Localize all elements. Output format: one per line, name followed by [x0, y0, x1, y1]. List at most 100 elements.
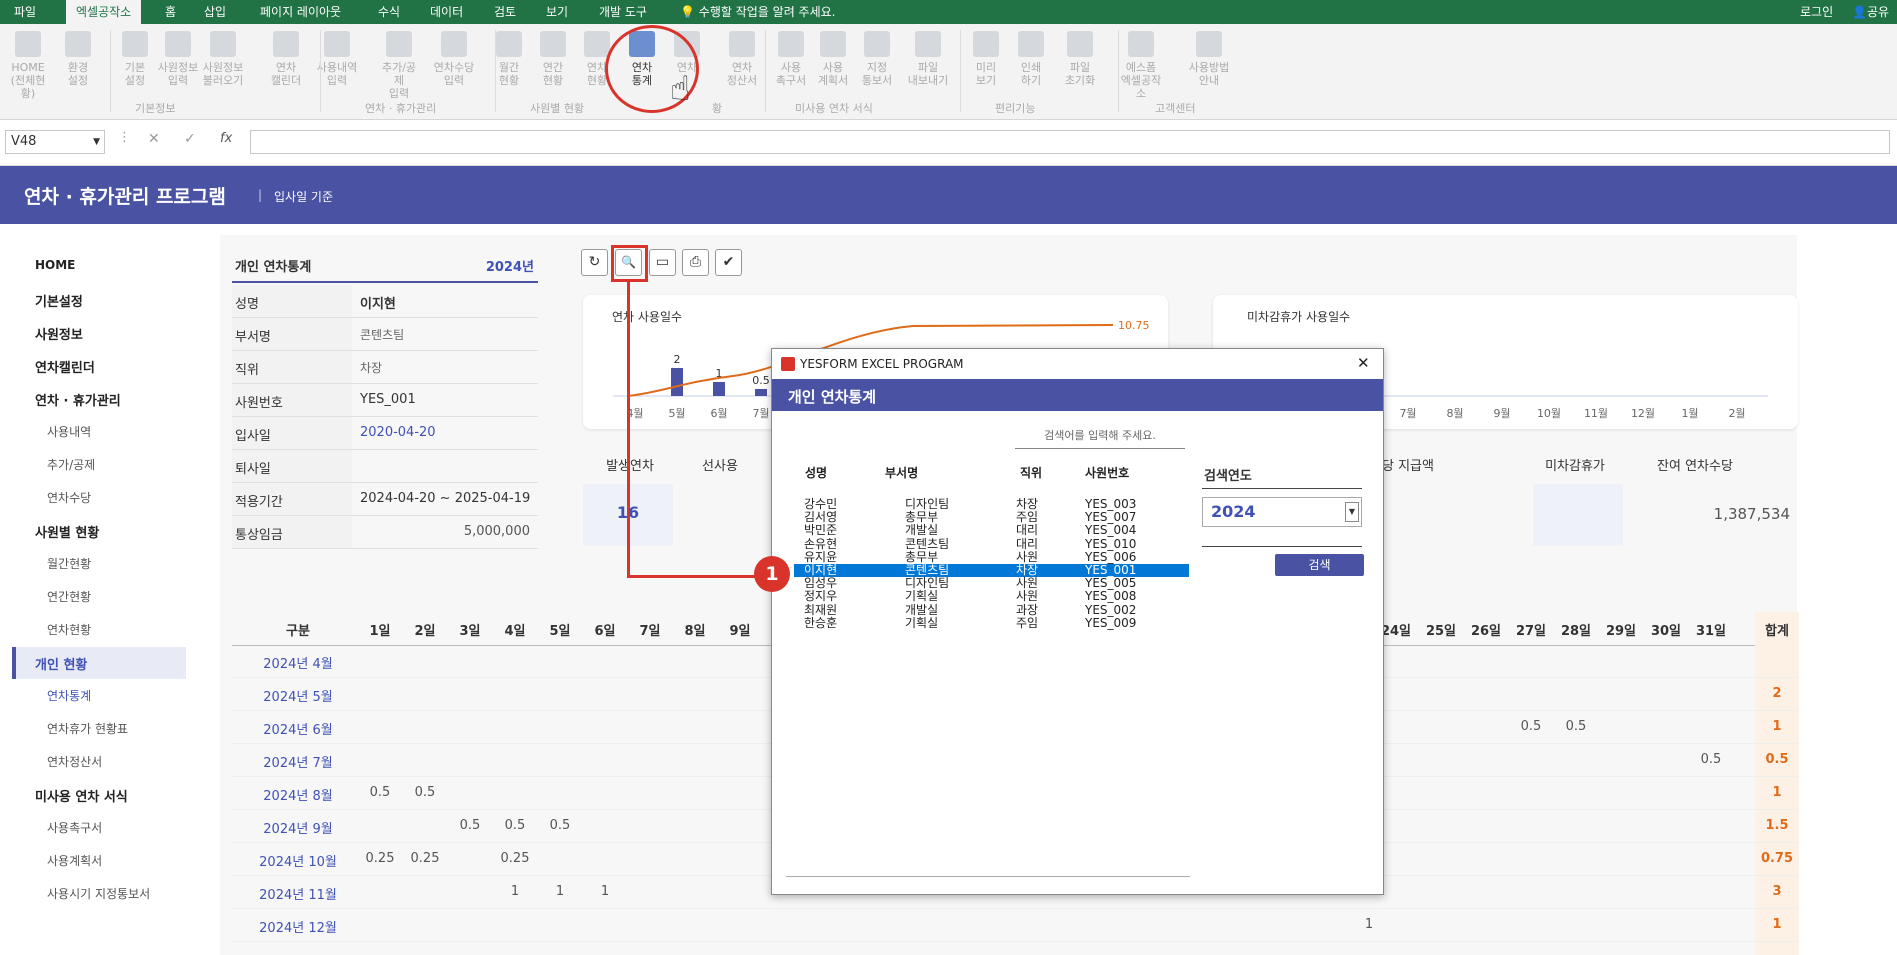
screen-button[interactable]: ▭: [649, 249, 676, 276]
ribbon-button-2-label2: 설정: [124, 74, 146, 87]
dialog-list-item-0[interactable]: 강수민 디자인팀 차장 YES_003: [794, 498, 1189, 511]
ribbon-button-15[interactable]: 연차 정산서: [720, 29, 764, 87]
info-value-3[interactable]: YES_001: [360, 392, 416, 407]
ribbon-button-23[interactable]: 예스폼 엑셀공작소: [1119, 29, 1163, 100]
tell-me-box[interactable]: 💡 수행할 작업을 알려 주세요.: [680, 0, 835, 24]
dialog-list-item-8[interactable]: 최재원 개발실 과장 YES_002: [794, 603, 1189, 617]
ribbon-button-8[interactable]: 연차수당 입력: [432, 29, 476, 87]
ribbon-button-10[interactable]: 연간 현황: [531, 29, 575, 87]
info-row-line-5: [352, 482, 538, 483]
dialog-list-pos-5: 차장: [1016, 563, 1039, 577]
ribbon-button-0[interactable]: HOME (전체현황): [6, 29, 50, 100]
table-row-total-1: 2: [1772, 686, 1782, 701]
info-value-2[interactable]: 차장: [360, 359, 382, 376]
sidebar-item-11[interactable]: 연차현황: [47, 621, 91, 638]
ribbon-button-2[interactable]: 기본 설정: [113, 29, 157, 87]
info-label-2: 직위: [235, 363, 259, 378]
ribbon-button-22[interactable]: 파일 초기화: [1058, 29, 1102, 87]
ribbon-button-3[interactable]: 사원정보 입력: [156, 29, 200, 87]
lightbulb-icon: 💡: [680, 5, 695, 19]
ribbon-button-5-label2: 캘린더: [270, 74, 302, 87]
sidebar-item-8[interactable]: 사원별 현황: [35, 522, 99, 541]
dialog-list-item-1[interactable]: 김서영 총무부 주임 YES_007: [794, 511, 1189, 524]
ribbon-button-4[interactable]: 사원정보 불러오기: [201, 29, 245, 87]
ribbon-button-1[interactable]: 환경 설정: [56, 29, 100, 87]
sidebar-item-17[interactable]: 사용촉구서: [47, 819, 102, 836]
formula-input[interactable]: [250, 130, 1890, 154]
menu-5[interactable]: 수식: [378, 0, 400, 24]
menu-4[interactable]: 페이지 레이아웃: [260, 0, 341, 24]
ribbon-button-5[interactable]: 연차 캘린더: [264, 29, 308, 87]
enter-icon[interactable]: ✓: [184, 131, 196, 147]
function-icon[interactable]: fx: [220, 131, 232, 146]
sidebar-item-14[interactable]: 연차휴가 현황표: [47, 720, 128, 737]
ribbon-button-17[interactable]: 사용 계획서: [811, 29, 855, 87]
login-link[interactable]: 로그인: [1800, 0, 1833, 24]
year-select[interactable]: 2024 ▼: [1202, 497, 1362, 527]
dialog-list-item-7[interactable]: 정지우 기획실 사원 YES_008: [794, 590, 1189, 603]
sidebar-item-1[interactable]: 기본설정: [35, 291, 83, 310]
dialog-close-button[interactable]: ✕: [1357, 354, 1370, 372]
ribbon-button-21[interactable]: 인쇄 하기: [1009, 29, 1053, 87]
sidebar-item-3[interactable]: 연차캘린더: [35, 357, 95, 376]
dialog-list-item-5[interactable]: 이지현 콘텐츠팀 차장 YES_001: [794, 564, 1189, 577]
dialog-list-item-3[interactable]: 손유현 콘텐츠팀 대리 YES_010: [794, 537, 1189, 551]
hand-cursor-icon: ☝: [670, 69, 691, 109]
check-button[interactable]: ✔: [715, 249, 742, 276]
menu-7[interactable]: 검토: [494, 0, 516, 24]
info-value-4[interactable]: 2020-04-20: [360, 425, 436, 440]
sidebar-item-15[interactable]: 연차정산서: [47, 753, 102, 770]
pointer-line-horizontal: [627, 575, 757, 578]
ribbon-button-9[interactable]: 월간 현황: [487, 29, 531, 87]
ribbon-group-2: 사원별 현황: [530, 102, 585, 115]
tell-me-label: 수행할 작업을 알려 주세요.: [698, 5, 836, 19]
sidebar-item-12[interactable]: 개인 현황: [35, 654, 87, 673]
dialog-search-button[interactable]: 검색: [1275, 554, 1364, 576]
dialog-list-item-6[interactable]: 임성우 디자인팀 사원 YES_005: [794, 577, 1189, 590]
ribbon-button-16[interactable]: 사용 촉구서: [769, 29, 813, 87]
sidebar-item-4[interactable]: 연차 · 휴가관리: [35, 390, 121, 409]
name-box[interactable]: V48 ▼: [5, 130, 105, 154]
ribbon-button-18-icon: [864, 31, 890, 57]
info-value-0: 이지현: [360, 297, 396, 312]
dialog-list-pos-2: 대리: [1016, 523, 1039, 538]
menu-8[interactable]: 보기: [546, 0, 568, 24]
search-input[interactable]: 검색어를 입력해 주세요.: [1015, 425, 1185, 449]
menu-1[interactable]: 엑셀공작소: [66, 0, 142, 24]
dialog-list-item-2[interactable]: 박민준 개발실 대리 YES_004: [794, 524, 1189, 537]
ribbon-button-21-label1: 인쇄: [1020, 61, 1042, 74]
menu-0[interactable]: 파일: [14, 0, 36, 24]
menu-9[interactable]: 개발 도구: [599, 0, 647, 24]
dialog-list-item-9[interactable]: 한승훈 기획실 주임 YES_009: [794, 616, 1189, 630]
ribbon-button-19[interactable]: 파일 내보내기: [906, 29, 950, 87]
ribbon-button-24[interactable]: 사용방법 안내: [1187, 29, 1231, 87]
sidebar-item-7[interactable]: 연차수당: [47, 489, 91, 506]
sidebar-item-9[interactable]: 월간현황: [47, 555, 91, 572]
menu-3[interactable]: 삽입: [204, 0, 226, 24]
ribbon-button-20[interactable]: 미리 보기: [964, 29, 1008, 87]
refresh-button[interactable]: ↻: [581, 249, 608, 276]
sidebar-item-10[interactable]: 연간현황: [47, 588, 91, 605]
ribbon-button-6[interactable]: 사용내역 입력: [315, 29, 359, 87]
cancel-icon[interactable]: ✕: [148, 131, 160, 147]
info-value-7[interactable]: 5,000,000: [464, 524, 530, 539]
menu-2[interactable]: 홈: [165, 0, 176, 24]
sidebar-item-5[interactable]: 사용내역: [47, 423, 91, 440]
sidebar-item-19[interactable]: 사용시기 지정통보서: [47, 885, 150, 902]
sidebar-item-13[interactable]: 연차통계: [47, 687, 91, 704]
info-value-1[interactable]: 콘텐츠팀: [360, 326, 404, 343]
dialog-list-item-4[interactable]: 유지윤 총무부 사원 YES_006: [794, 550, 1189, 564]
ribbon-button-18[interactable]: 지정 통보서: [855, 29, 899, 87]
ribbon-button-18-label1: 지정: [866, 61, 888, 74]
sidebar-item-16[interactable]: 미사용 연차 서식: [35, 786, 128, 805]
sidebar-item-18[interactable]: 사용계획서: [47, 852, 102, 869]
info-value-6[interactable]: 2024-04-20 ~ 2025-04-19: [360, 491, 530, 506]
ribbon-button-7[interactable]: 추가/공제 입력: [377, 29, 421, 100]
print-button[interactable]: ⎙: [682, 249, 709, 276]
share-button[interactable]: 👤공유: [1852, 0, 1889, 24]
sidebar-item-2[interactable]: 사원정보: [35, 324, 83, 343]
sidebar-item-0[interactable]: HOME: [35, 258, 75, 272]
info-row-line-0: [352, 317, 538, 318]
sidebar-item-6[interactable]: 추가/공제: [47, 456, 95, 473]
menu-6[interactable]: 데이터: [430, 0, 463, 24]
